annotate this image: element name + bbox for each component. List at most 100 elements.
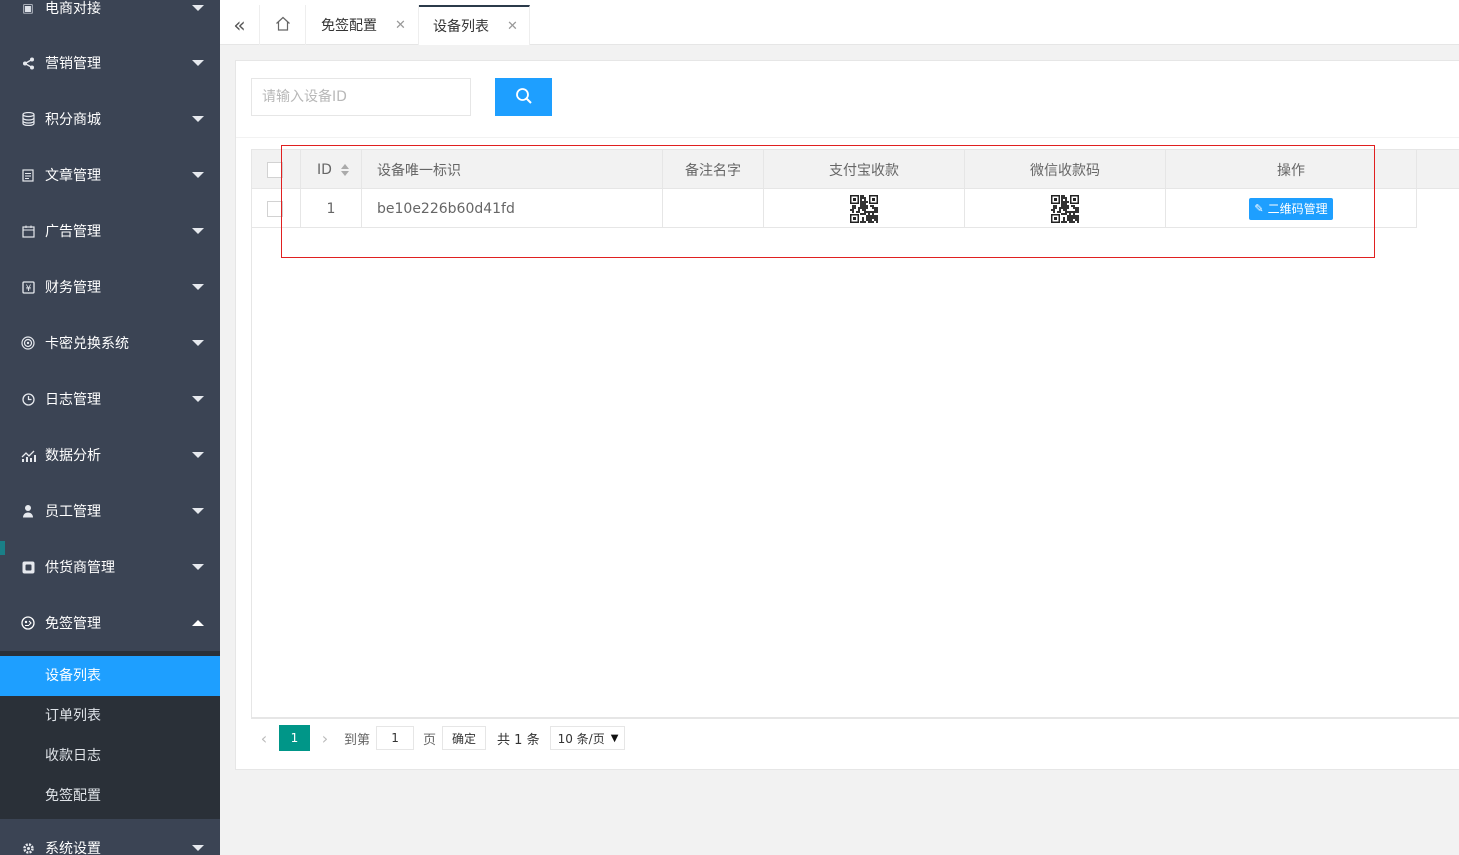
chevron-down-icon [192, 508, 204, 514]
cell-device-uid: be10e226b60d41fd [362, 189, 663, 228]
page-label: 页 [423, 732, 437, 748]
cell-id: 1 [301, 189, 362, 228]
sidebar-item-staff[interactable]: 员工管理 [0, 483, 220, 539]
chevron-down-icon [192, 340, 204, 346]
chevron-down-icon [192, 60, 204, 66]
chevron-down-icon [192, 172, 204, 178]
collapse-sidebar-button[interactable]: « [220, 5, 260, 45]
column-header-label: 备注名字 [685, 162, 741, 179]
sidebar-item-label: 积分商城 [45, 112, 101, 128]
column-header-label: 操作 [1277, 162, 1305, 179]
sidebar-item-logs[interactable]: 日志管理 [0, 371, 220, 427]
finance-icon: ¥ [20, 279, 36, 295]
sidebar-item-analytics[interactable]: 数据分析 [0, 427, 220, 483]
clock-icon [20, 391, 36, 407]
prev-page-button[interactable]: ‹ [251, 724, 277, 752]
device-list-panel: ID 设备唯一标识 备注名字 支付宝收款 微信收款码 操作 1 [235, 60, 1459, 770]
qr-manage-label: 二维码管理 [1267, 202, 1328, 216]
gear-icon [20, 840, 36, 855]
qr-code-icon[interactable] [850, 194, 878, 223]
page-size-label: 10 条/页 [557, 731, 605, 746]
sidebar-item-marketing[interactable]: 营销管理 [0, 35, 220, 91]
tabs-bar: « 免签配置 ✕ 设备列表 ✕ [220, 0, 1459, 45]
close-icon[interactable]: ✕ [507, 19, 518, 34]
sidebar-item-ecommerce[interactable]: ▣ 电商对接 [0, 0, 220, 36]
sidebar-item-label: 供货商管理 [45, 560, 115, 576]
chevron-up-icon [192, 620, 204, 626]
row-select-cell [252, 189, 301, 228]
share-icon [20, 55, 36, 71]
sidebar-item-finance[interactable]: ¥ 财务管理 [0, 259, 220, 315]
qr-code-icon[interactable] [1051, 194, 1079, 223]
chevron-down-icon [192, 284, 204, 290]
device-table: ID 设备唯一标识 备注名字 支付宝收款 微信收款码 操作 1 be10e226… [251, 149, 1459, 719]
next-page-button[interactable]: › [312, 724, 338, 752]
column-header-id[interactable]: ID [301, 150, 362, 189]
row-checkbox[interactable] [267, 200, 283, 217]
table-header: ID 设备唯一标识 备注名字 支付宝收款 微信收款码 操作 [252, 150, 1459, 189]
sidebar-item-label: 文章管理 [45, 168, 101, 184]
submenu-item-nosign-config[interactable]: 免签配置 [0, 776, 220, 816]
qr-manage-button[interactable]: ✎ 二维码管理 [1249, 197, 1333, 220]
chevron-down-icon [192, 452, 204, 458]
select-all-checkbox[interactable] [267, 161, 283, 178]
sidebar-item-label: 广告管理 [45, 224, 101, 240]
column-header-device-uid: 设备唯一标识 [362, 150, 663, 189]
store-icon [20, 559, 36, 575]
home-tab[interactable] [260, 5, 306, 45]
sidebar-item-label: 系统设置 [45, 841, 101, 855]
close-icon[interactable]: ✕ [395, 18, 406, 33]
select-all-cell [252, 150, 301, 189]
sidebar-item-ads[interactable]: 广告管理 [0, 203, 220, 259]
chevron-down-icon [192, 564, 204, 570]
sort-icon[interactable] [340, 163, 349, 176]
badge-icon [20, 615, 36, 631]
chart-icon [20, 447, 36, 463]
goto-label: 到第 [344, 732, 371, 748]
sidebar-item-suppliers[interactable]: 供货商管理 [0, 539, 220, 595]
column-header-alipay: 支付宝收款 [764, 150, 965, 189]
sidebar-item-points-mall[interactable]: 积分商城 [0, 91, 220, 147]
column-header-label: 微信收款码 [1030, 162, 1100, 179]
cell-wechat-qr [965, 189, 1166, 228]
caret-down-icon: ▼ [610, 732, 619, 744]
sidebar-item-label: 免签管理 [45, 616, 101, 632]
user-icon [20, 503, 36, 519]
sidebar-item-label: 卡密兑换系统 [45, 336, 129, 352]
current-page-button[interactable]: 1 [279, 725, 310, 751]
sidebar-item-label: 数据分析 [45, 448, 101, 464]
column-header-label: 设备唯一标识 [377, 162, 461, 179]
chevron-down-icon [192, 116, 204, 122]
home-icon [275, 16, 291, 35]
sidebar: ▣ 电商对接 营销管理 积分商城 文章管理 广告管理 ¥ 财务管理 卡密兑换系统… [0, 0, 220, 855]
submenu-nosign: 设备列表 订单列表 收款日志 免签配置 [0, 651, 220, 819]
submenu-item-payment-log[interactable]: 收款日志 [0, 736, 220, 776]
cell-alipay-qr [764, 189, 965, 228]
cell-remark [663, 189, 764, 228]
sidebar-item-label: 日志管理 [45, 392, 101, 408]
goto-page-input[interactable] [376, 726, 415, 750]
device-id-search-input[interactable] [251, 78, 471, 116]
calendar-icon [20, 223, 36, 239]
tab-nosign-config[interactable]: 免签配置 ✕ [306, 5, 419, 45]
search-icon [515, 87, 533, 108]
sidebar-item-settings[interactable]: 系统设置 [0, 820, 220, 855]
chevron-down-icon [192, 5, 204, 11]
search-button[interactable] [495, 78, 552, 116]
confirm-goto-button[interactable]: 确定 [442, 726, 487, 750]
cell-actions: ✎ 二维码管理 [1166, 189, 1417, 228]
page-size-select[interactable]: 10 条/页 ▼ [549, 726, 626, 750]
sidebar-item-nosign[interactable]: 免签管理 [0, 595, 220, 651]
double-chevron-left-icon: « [233, 13, 246, 37]
document-icon [20, 167, 36, 183]
tab-label: 设备列表 [433, 19, 489, 35]
sidebar-item-articles[interactable]: 文章管理 [0, 147, 220, 203]
tab-device-list[interactable]: 设备列表 ✕ [419, 5, 530, 45]
column-header-label: ID [317, 161, 332, 178]
submenu-item-device-list[interactable]: 设备列表 [0, 656, 220, 696]
sidebar-item-card-exchange[interactable]: 卡密兑换系统 [0, 315, 220, 371]
pagination: ‹ 1 › 到第 页 确定 共 1 条 10 条/页 ▼ [251, 724, 626, 752]
chevron-down-icon [192, 396, 204, 402]
submenu-item-order-list[interactable]: 订单列表 [0, 696, 220, 736]
column-header-remark: 备注名字 [663, 150, 764, 189]
